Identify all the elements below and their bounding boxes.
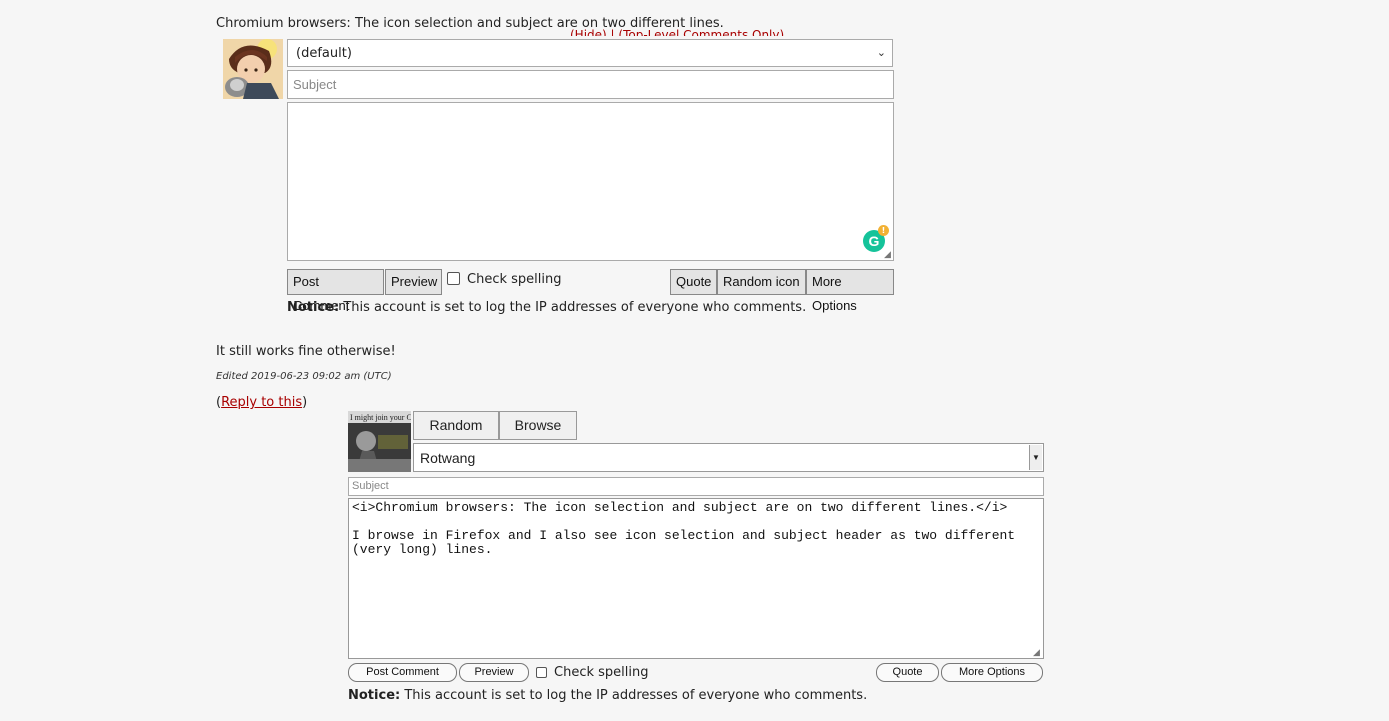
random-icon-button[interactable]: Random icon bbox=[717, 269, 806, 295]
avatar bbox=[223, 39, 283, 99]
reply-link-wrapper: (Reply to this) bbox=[216, 395, 307, 410]
notice-text: This account is set to log the IP addres… bbox=[404, 688, 868, 703]
grammarly-alert-icon: ! bbox=[878, 225, 889, 236]
comment-text: It still works fine otherwise! bbox=[216, 344, 396, 359]
preview-button[interactable]: Preview bbox=[385, 269, 442, 295]
resize-handle-icon[interactable]: ◢ bbox=[884, 250, 891, 260]
resize-handle-icon[interactable]: ◢ bbox=[1033, 648, 1040, 658]
notice-label: Notice: bbox=[287, 300, 340, 315]
post-comment-button[interactable]: Post Comment bbox=[287, 269, 384, 313]
icon-select-value: (default) bbox=[296, 46, 352, 61]
icon-select[interactable]: (default) ⌄ bbox=[287, 39, 893, 67]
notice-text: This account is set to log the IP addres… bbox=[343, 300, 807, 315]
quote-button[interactable]: Quote bbox=[670, 269, 717, 295]
more-options-button[interactable]: More Options bbox=[806, 269, 894, 313]
dropdown-arrow-icon[interactable]: ▼ bbox=[1029, 445, 1042, 470]
check-spelling-checkbox[interactable] bbox=[536, 667, 547, 678]
quoted-line: Chromium browsers: The icon selection an… bbox=[216, 16, 724, 31]
avatar-caption: I might join your Century bbox=[350, 413, 411, 422]
icon-select-value: Rotwang bbox=[420, 450, 476, 466]
tab-random[interactable]: Random bbox=[413, 411, 499, 440]
icon-select[interactable]: Rotwang ▼ bbox=[413, 443, 1044, 472]
edited-timestamp: Edited 2019-06-23 09:02 am (UTC) bbox=[216, 371, 392, 382]
quote-button[interactable]: Quote bbox=[876, 663, 939, 682]
preview-button[interactable]: Preview bbox=[459, 663, 529, 682]
check-spelling-checkbox[interactable] bbox=[447, 272, 460, 285]
ip-notice: Notice: This account is set to log the I… bbox=[287, 300, 806, 315]
comment-body-textarea[interactable] bbox=[287, 102, 894, 261]
notice-label: Notice: bbox=[348, 688, 401, 703]
avatar: I might join your Century bbox=[348, 411, 411, 472]
post-comment-button[interactable]: Post Comment bbox=[348, 663, 457, 682]
reply-to-this-link[interactable]: Reply to this bbox=[221, 395, 302, 410]
comment-body-textarea[interactable]: <i>Chromium browsers: The icon selection… bbox=[348, 498, 1044, 659]
check-spelling-label: Check spelling bbox=[554, 665, 649, 680]
reply-close-paren: ) bbox=[302, 395, 308, 410]
chevron-down-icon: ⌄ bbox=[876, 46, 886, 59]
more-options-button[interactable]: More Options bbox=[941, 663, 1043, 682]
subject-input[interactable]: Subject bbox=[348, 477, 1044, 496]
subject-input[interactable]: Subject bbox=[287, 70, 894, 99]
check-spelling-label: Check spelling bbox=[467, 272, 562, 287]
tab-browse[interactable]: Browse bbox=[499, 411, 577, 440]
ip-notice: Notice: This account is set to log the I… bbox=[348, 688, 867, 703]
